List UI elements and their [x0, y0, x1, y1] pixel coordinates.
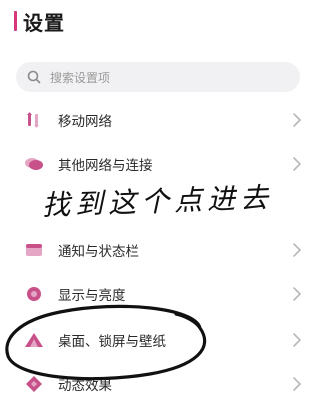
settings-item-label: 动态效果: [58, 378, 112, 394]
settings-item-label: 其他网络与连接: [58, 158, 153, 174]
desktop-wallpaper-icon: [24, 330, 44, 350]
mobile-network-icon: [24, 110, 44, 130]
settings-item-motion-effects[interactable]: 动态效果: [16, 364, 308, 404]
display-brightness-icon: [24, 284, 44, 304]
settings-item-mobile-network[interactable]: 移动网络: [16, 100, 308, 140]
settings-item-notifications[interactable]: 通知与状态栏: [16, 230, 308, 270]
page-title: 设置: [23, 10, 65, 35]
settings-item-label: 显示与亮度: [58, 288, 126, 304]
search-icon: [27, 70, 41, 84]
network-connection-icon: [24, 154, 44, 174]
settings-item-label: 移动网络: [58, 114, 112, 130]
chevron-right-icon: [293, 287, 301, 301]
search-placeholder: 搜索设置项: [50, 70, 111, 85]
chevron-right-icon: [293, 113, 301, 127]
chevron-right-icon: [293, 157, 301, 171]
chevron-right-icon: [293, 333, 301, 347]
settings-item-label: 通知与状态栏: [58, 244, 139, 260]
motion-effects-icon: [24, 374, 44, 394]
header-accent-bar: [14, 11, 17, 31]
chevron-right-icon: [293, 243, 301, 257]
settings-item-desktop-wallpaper[interactable]: 桌面、锁屏与壁纸: [16, 320, 308, 360]
handwritten-annotation: 找到这个点进去: [41, 180, 274, 223]
settings-item-label: 桌面、锁屏与壁纸: [58, 334, 166, 350]
search-input[interactable]: 搜索设置项: [16, 62, 300, 92]
settings-item-display-brightness[interactable]: 显示与亮度: [16, 274, 308, 314]
chevron-right-icon: [293, 377, 301, 391]
notification-icon: [24, 240, 44, 260]
page-header: 设置: [14, 8, 65, 35]
